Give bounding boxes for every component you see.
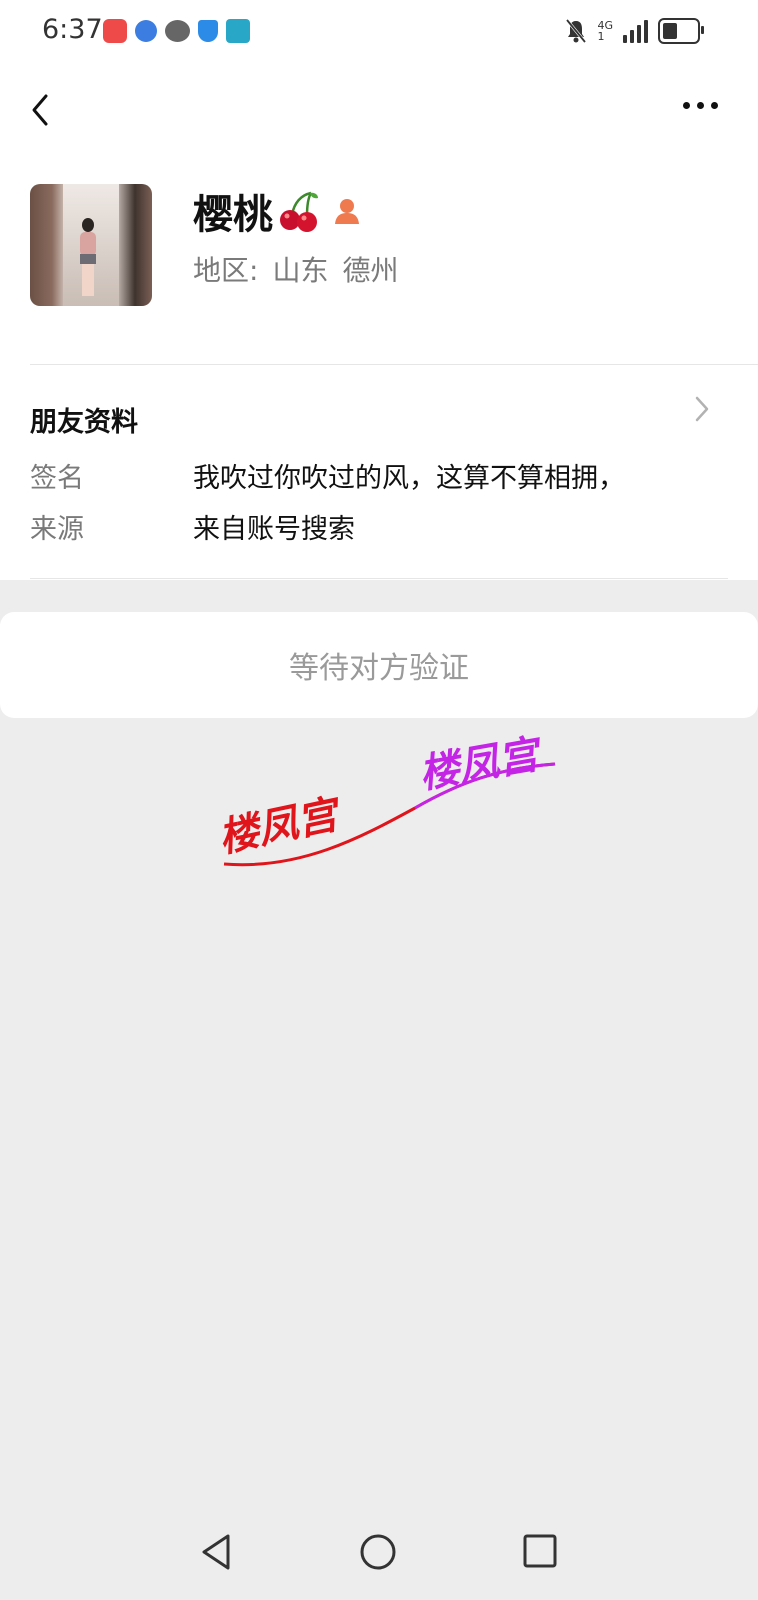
battery-level — [663, 23, 677, 39]
avatar[interactable] — [30, 184, 152, 306]
friend-info-title[interactable]: 朋友资料 — [30, 400, 138, 439]
navigation-bar — [0, 1500, 758, 1600]
battery-icon — [658, 18, 704, 44]
more-dots-icon — [683, 102, 690, 109]
nav-home-icon — [360, 1534, 396, 1570]
bell-off-icon — [565, 18, 587, 44]
huawei-store-icon — [103, 19, 127, 43]
nav-home-button[interactable] — [358, 1532, 398, 1572]
system-icons: 4G 1 — [565, 18, 704, 44]
book-icon — [226, 19, 250, 43]
status-time: 6:37 — [42, 14, 103, 45]
nav-recent-button[interactable] — [522, 1533, 558, 1569]
shield-icon — [198, 20, 218, 42]
source-row: 来源 来自账号搜索 — [30, 507, 355, 546]
notification-icons — [103, 19, 250, 43]
network-indicator: 4G 1 — [597, 20, 613, 42]
back-button[interactable] — [22, 88, 62, 132]
name-row: 樱桃 — [193, 182, 361, 240]
signature-row: 签名 我吹过你吹过的风，这算不算相拥， — [30, 456, 625, 495]
chevron-right-icon[interactable] — [692, 392, 712, 426]
nav-back-button[interactable] — [198, 1532, 238, 1572]
divider — [30, 364, 758, 365]
divider — [30, 578, 728, 579]
globe-icon — [135, 20, 157, 42]
signature-label: 签名 — [30, 463, 84, 494]
chevron-left-icon — [32, 94, 48, 126]
user-icon — [333, 196, 361, 226]
watermark: 楼凤宫 楼凤宫 — [215, 731, 556, 867]
source-label: 来源 — [30, 514, 84, 545]
cherry-icon — [277, 189, 321, 233]
profile-section: 樱桃 地区: 山东 德州 朋友资料 签名 我吹过你吹过的风，这算不算相拥， 来源… — [0, 64, 758, 580]
nav-back-icon — [202, 1534, 230, 1570]
region-row: 地区: 山东 德州 — [193, 249, 398, 289]
profile-name: 樱桃 — [193, 192, 273, 238]
nav-recent-icon — [523, 1534, 557, 1568]
watermark-text-right: 楼凤宫 — [416, 731, 547, 798]
region-label: 地区: — [193, 254, 259, 287]
status-bar: 6:37 4G 1 — [0, 0, 758, 64]
region-province: 山东 — [272, 254, 329, 287]
waiting-verification-button[interactable]: 等待对方验证 — [0, 612, 758, 718]
region-city: 德州 — [342, 254, 399, 287]
signature-value: 我吹过你吹过的风，这算不算相拥， — [193, 463, 625, 494]
chat-icon — [165, 20, 190, 42]
more-button[interactable] — [683, 102, 718, 109]
signal-icon — [623, 19, 648, 43]
network-sub-label: 1 — [597, 30, 605, 43]
source-value: 来自账号搜索 — [193, 514, 355, 545]
